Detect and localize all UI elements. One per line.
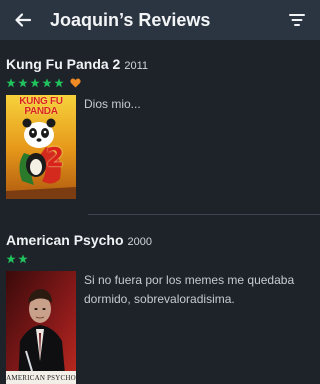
review-item[interactable]: Kung Fu Panda 2 2011 KUNG FU PANDA 2 Dio… xyxy=(0,56,320,199)
review-text: Si no fuera por los memes me quedaba dor… xyxy=(84,273,295,306)
poster-art xyxy=(6,271,76,384)
film-title[interactable]: American Psycho xyxy=(6,232,124,248)
divider xyxy=(88,214,320,215)
star-rating xyxy=(6,253,314,265)
filter-icon xyxy=(289,14,305,26)
arrow-left-icon xyxy=(15,13,32,27)
film-heading: Kung Fu Panda 2 2011 xyxy=(6,56,314,72)
review-item[interactable]: American Psycho 2000 AMERICAN PSYCHO Si … xyxy=(0,232,320,384)
film-title[interactable]: Kung Fu Panda 2 xyxy=(6,56,120,72)
poster-number: 2 xyxy=(46,143,65,173)
poster-title: KUNG FU PANDA xyxy=(19,96,63,117)
star-icon xyxy=(54,78,64,88)
heart-icon xyxy=(70,78,81,88)
star-icon xyxy=(6,254,16,264)
page-title: Joaquin’s Reviews xyxy=(50,9,211,30)
film-poster[interactable]: KUNG FU PANDA 2 xyxy=(6,95,76,199)
star-icon xyxy=(18,78,28,88)
poster-caption: AMERICAN PSYCHO xyxy=(6,374,76,382)
app-bar: Joaquin’s Reviews xyxy=(0,0,320,40)
review-text: Dios mio... xyxy=(84,97,141,111)
back-button[interactable] xyxy=(8,5,38,35)
film-year: 2000 xyxy=(127,236,152,248)
filter-button[interactable] xyxy=(282,5,312,35)
film-poster[interactable]: AMERICAN PSYCHO xyxy=(6,271,76,384)
star-icon xyxy=(30,78,40,88)
star-rating xyxy=(6,77,314,89)
film-heading: American Psycho 2000 xyxy=(6,232,314,248)
star-icon xyxy=(18,254,28,264)
film-year: 2011 xyxy=(124,60,148,72)
star-icon xyxy=(6,78,16,88)
star-icon xyxy=(42,78,52,88)
